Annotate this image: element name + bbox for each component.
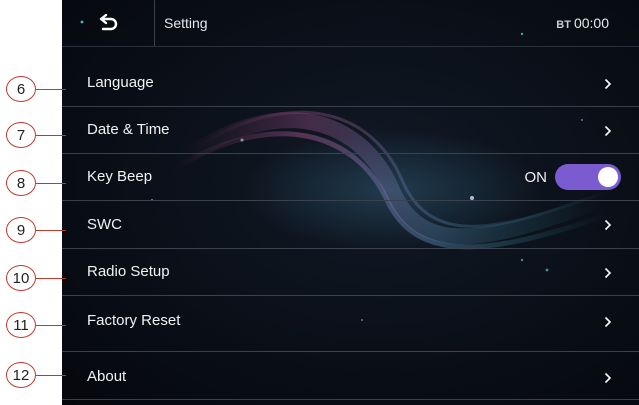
back-button[interactable]: [62, 0, 155, 46]
chevron-right-icon: [604, 316, 612, 328]
chevron-right-icon: [604, 125, 612, 137]
callout-leader-line: [36, 278, 66, 279]
menu-item-factory-reset[interactable]: Factory Reset: [62, 296, 639, 352]
chevron-right-icon: [604, 372, 612, 384]
menu-item-about[interactable]: About: [62, 352, 639, 400]
menu-item-label: Language: [87, 74, 154, 91]
menu-item-language[interactable]: Language: [62, 60, 639, 107]
menu-item-label: About: [87, 368, 127, 385]
chevron-right-icon: [604, 267, 612, 279]
callout-marker: 6: [6, 76, 36, 102]
clock: 00:00: [573, 15, 609, 31]
chevron-right-icon: [604, 219, 612, 231]
settings-screen: Setting BT 00:00 Language Date & Time Key…: [62, 0, 639, 405]
callout-marker: 11: [6, 312, 36, 338]
menu-item-radio-setup[interactable]: Radio Setup: [62, 249, 639, 296]
menu-item-label: Factory Reset: [87, 312, 181, 329]
toggle-state-label: ON: [524, 168, 548, 186]
toggle-knob: [598, 167, 618, 187]
callout-marker: 8: [6, 170, 36, 196]
status-area: BT 00:00: [556, 0, 609, 46]
callout-marker: 12: [6, 362, 36, 388]
chevron-right-icon: [604, 78, 612, 90]
menu-item-label: Key Beep: [87, 168, 153, 185]
menu-item-swc[interactable]: SWC: [62, 201, 639, 249]
callout-leader-line: [36, 230, 66, 231]
key-beep-toggle[interactable]: [555, 164, 621, 190]
back-arrow-icon: [99, 14, 118, 31]
menu-item-date-time[interactable]: Date & Time: [62, 107, 639, 154]
callout-marker: 10: [6, 265, 36, 291]
callout-leader-line: [36, 325, 66, 326]
callout-leader-line: [36, 135, 66, 136]
bluetooth-label: BT: [556, 19, 571, 31]
menu-item-label: Date & Time: [87, 121, 170, 138]
key-beep-toggle-group: ON: [524, 154, 621, 200]
menu-item-label: SWC: [87, 216, 122, 233]
header-bar: Setting BT 00:00: [62, 0, 639, 47]
callout-leader-line: [36, 183, 66, 184]
page-title: Setting: [164, 15, 208, 31]
callout-leader-line: [36, 375, 66, 376]
callout-marker: 7: [6, 122, 36, 148]
menu-item-key-beep: Key Beep ON: [62, 154, 639, 201]
menu-item-label: Radio Setup: [87, 263, 170, 280]
callout-leader-line: [36, 89, 66, 90]
callout-marker: 9: [6, 217, 36, 243]
